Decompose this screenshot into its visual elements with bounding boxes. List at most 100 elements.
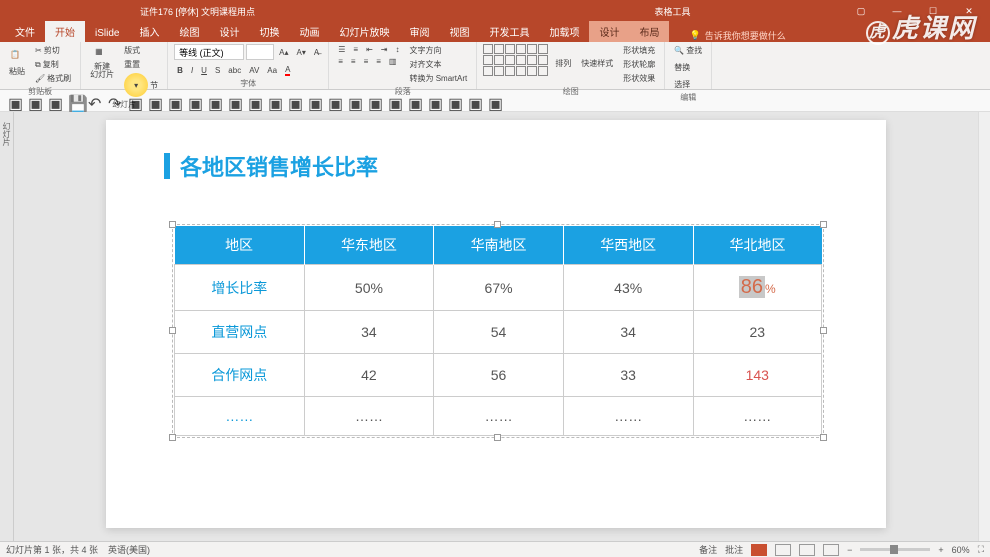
resize-handle[interactable] (820, 327, 827, 334)
fit-to-window-button[interactable]: ⛶ (978, 544, 984, 555)
tab-table-design[interactable]: 设计 (589, 21, 629, 42)
shapes-gallery[interactable] (483, 44, 548, 76)
font-color-button[interactable]: A (282, 64, 293, 77)
shape-effects-button[interactable]: 形状效果 (620, 72, 658, 85)
language-indicator[interactable]: 英语(美国) (108, 545, 150, 555)
zoom-slider[interactable] (860, 548, 930, 551)
resize-handle[interactable] (494, 221, 501, 228)
tab-review[interactable]: 审阅 (399, 21, 439, 42)
cell[interactable]: …… (563, 397, 693, 436)
bold-button[interactable]: B (174, 65, 186, 76)
table-row[interactable]: …… …… …… …… …… (175, 397, 822, 436)
notes-button[interactable]: 备注 (699, 543, 717, 556)
resize-handle[interactable] (494, 434, 501, 441)
outline-panel-collapsed[interactable]: 幻灯片 (0, 112, 14, 541)
table-row[interactable]: 合作网点 42 56 33 143 (175, 354, 822, 397)
data-table[interactable]: 地区 华东地区 华南地区 华西地区 华北地区 增长比率 50% 67% 43% … (174, 226, 822, 436)
tab-table-layout[interactable]: 布局 (629, 21, 669, 42)
increase-indent-button[interactable]: ⇥ (378, 44, 391, 55)
cut-button[interactable]: ✂剪切 (32, 44, 74, 57)
qat-icon[interactable]: ▣ (268, 94, 282, 108)
italic-button[interactable]: I (188, 65, 196, 76)
tell-me-search[interactable]: 💡 告诉我你想要做什么 (689, 29, 785, 42)
minimize-button[interactable]: — (886, 6, 908, 16)
qat-redo-icon[interactable]: ↷ (108, 94, 122, 108)
qat-icon[interactable]: ▣ (328, 94, 342, 108)
shadow-button[interactable]: abc (225, 65, 244, 76)
cell[interactable]: 67% (434, 265, 564, 311)
qat-icon[interactable]: ▣ (388, 94, 402, 108)
table-header[interactable]: 地区 (175, 226, 305, 265)
resize-handle[interactable] (169, 221, 176, 228)
table-header[interactable]: 华东地区 (304, 226, 434, 265)
cell[interactable]: 42 (304, 354, 434, 397)
cell[interactable]: …… (175, 397, 305, 436)
quick-styles-button[interactable]: 快速样式 (578, 44, 616, 82)
ribbon-display-options-icon[interactable]: ▢ (850, 6, 872, 17)
justify-button[interactable]: ≡ (373, 56, 384, 67)
change-case-button[interactable]: Aa (264, 65, 280, 76)
cell[interactable]: 33 (563, 354, 693, 397)
table-selection[interactable]: 地区 华东地区 华南地区 华西地区 华北地区 增长比率 50% 67% 43% … (172, 224, 824, 438)
qat-icon[interactable]: ▣ (8, 94, 22, 108)
qat-icon[interactable]: ▣ (288, 94, 302, 108)
sorter-view-button[interactable] (775, 544, 791, 556)
zoom-out-button[interactable]: − (847, 545, 852, 555)
tab-developer[interactable]: 开发工具 (479, 21, 539, 42)
tab-draw[interactable]: 绘图 (169, 21, 209, 42)
columns-button[interactable]: ▥ (386, 56, 400, 67)
arrange-button[interactable]: 排列 (552, 44, 574, 82)
close-button[interactable]: ✕ (958, 6, 980, 17)
char-spacing-button[interactable]: AV (246, 65, 262, 76)
resize-handle[interactable] (820, 221, 827, 228)
tab-file[interactable]: 文件 (5, 21, 45, 42)
select-button[interactable]: 选择 (671, 78, 693, 91)
qat-save-icon[interactable]: 💾 (68, 94, 82, 108)
align-text-button[interactable]: 对齐文本 (406, 58, 470, 71)
increase-font-button[interactable]: A▴ (276, 47, 291, 58)
cell[interactable]: 23 (693, 311, 822, 354)
qat-icon[interactable]: ▣ (188, 94, 202, 108)
align-right-button[interactable]: ≡ (361, 56, 372, 67)
table-row[interactable]: 直营网点 34 54 34 23 (175, 311, 822, 354)
new-slide-button[interactable]: ▦新建 幻灯片 (87, 44, 117, 82)
tab-addins[interactable]: 加载项 (539, 21, 589, 42)
qat-icon[interactable]: ▣ (148, 94, 162, 108)
shape-fill-button[interactable]: 形状填充 (620, 44, 658, 57)
align-center-button[interactable]: ≡ (348, 56, 359, 67)
slide-title[interactable]: 各地区销售增长比率 (164, 150, 378, 182)
bullets-button[interactable]: ☰ (335, 44, 348, 55)
font-size-combo[interactable] (246, 44, 274, 60)
underline-button[interactable]: U (198, 65, 210, 76)
smartart-button[interactable]: 转换为 SmartArt (406, 72, 470, 85)
qat-undo-icon[interactable]: ↶ (88, 94, 102, 108)
decrease-indent-button[interactable]: ⇤ (363, 44, 376, 55)
replace-button[interactable]: 替换 (671, 61, 693, 74)
numbering-button[interactable]: ≡ (350, 44, 361, 55)
shape-outline-button[interactable]: 形状轮廓 (620, 58, 658, 71)
cell[interactable]: 直营网点 (175, 311, 305, 354)
cell[interactable]: 43% (563, 265, 693, 311)
cell[interactable]: 54 (434, 311, 564, 354)
slideshow-view-button[interactable] (823, 544, 839, 556)
qat-icon[interactable]: ▣ (48, 94, 62, 108)
qat-icon[interactable]: ▣ (128, 94, 142, 108)
qat-icon[interactable]: ▣ (308, 94, 322, 108)
table-header[interactable]: 华西地区 (563, 226, 693, 265)
strikethrough-button[interactable]: S (212, 65, 223, 76)
align-left-button[interactable]: ≡ (335, 56, 346, 67)
resize-handle[interactable] (169, 327, 176, 334)
comments-button[interactable]: 批注 (725, 543, 743, 556)
vertical-scrollbar[interactable] (978, 112, 990, 541)
qat-icon[interactable]: ▣ (408, 94, 422, 108)
qat-icon[interactable]: ▣ (248, 94, 262, 108)
paste-button[interactable]: 📋粘贴 (6, 44, 28, 82)
text-direction-button[interactable]: 文字方向 (406, 44, 470, 57)
tab-view[interactable]: 视图 (439, 21, 479, 42)
tab-home[interactable]: 开始 (45, 21, 85, 42)
qat-icon[interactable]: ▣ (368, 94, 382, 108)
zoom-level[interactable]: 60% (952, 545, 970, 555)
resize-handle[interactable] (820, 434, 827, 441)
maximize-button[interactable]: ☐ (922, 6, 944, 17)
table-header[interactable]: 华北地区 (693, 226, 822, 265)
